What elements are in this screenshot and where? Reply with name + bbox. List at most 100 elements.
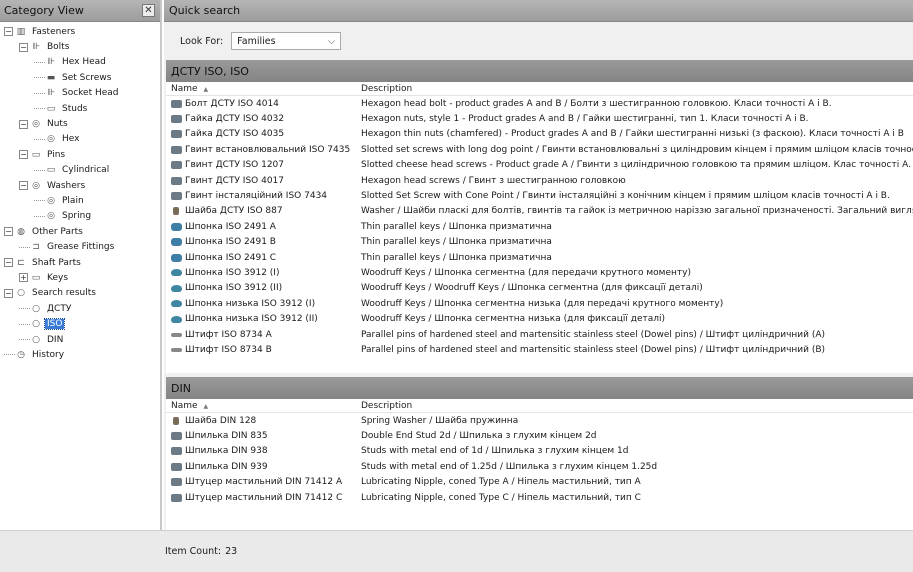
tree-item[interactable]: ▭ Cylindrical — [0, 163, 160, 178]
tree-connector — [34, 200, 45, 202]
collapse-icon[interactable]: − — [4, 258, 13, 268]
table-row[interactable]: Шпонка ISO 2491 C Thin parallel keys / Шп… — [166, 250, 913, 265]
collapse-icon[interactable]: − — [19, 181, 28, 191]
look-for-dropdown[interactable]: Families ⌵ — [231, 32, 342, 50]
table-row[interactable]: Шпонка ISO 2491 B Thin parallel keys / Шп… — [166, 235, 913, 250]
tree-item[interactable]: ◷ History — [0, 347, 160, 362]
row-description: Slotted Set Screw with Cone Point / Гвин… — [361, 191, 890, 202]
column-header-description[interactable]: Description — [361, 84, 412, 94]
table-row[interactable]: Шпилька DIN 835 Double End Stud 2d / Шпил… — [166, 428, 913, 443]
row-description: Studs with metal end of 1d / Шпилька з г… — [361, 446, 629, 457]
row-name: Шпонка ISO 2491 C — [185, 252, 277, 263]
tree-item[interactable]: ⊐ Grease Fittings — [0, 239, 160, 254]
tree-connector — [34, 108, 45, 110]
collapse-icon[interactable]: − — [19, 119, 28, 129]
results-section-din: DIN Name ▲ Description Шайба DIN 128 Spring … — [166, 377, 913, 530]
close-icon[interactable]: ✕ — [142, 4, 155, 17]
screw-icon — [171, 161, 182, 170]
tree-item[interactable]: ○ DIN — [0, 332, 160, 347]
tree-item-label: Bolts — [47, 42, 70, 53]
row-name-cell: Шпилька DIN 835 — [166, 431, 361, 441]
table-row[interactable]: Шайба ДСТУ ISO 887 Washer / Шайби пласкі … — [166, 204, 913, 219]
row-name-cell: Штуцер мастильний DIN 71412 A — [166, 477, 361, 487]
section-header[interactable]: ДСТУ ISO, ISO — [166, 60, 913, 82]
table-row[interactable]: Гвинт ДСТУ ISO 4017 Hexagon head screws /… — [166, 173, 913, 188]
tree-item-label: Washers — [47, 180, 86, 191]
table-row[interactable]: Штифт ISO 8734 A Parallel pins of hardene… — [166, 327, 913, 342]
row-name: Штуцер мастильний DIN 71412 A — [185, 477, 343, 488]
tree-item[interactable]: ○ ДСТУ — [0, 301, 160, 316]
stud-icon — [171, 462, 182, 471]
collapse-icon[interactable]: − — [4, 288, 13, 298]
collapse-icon[interactable]: − — [19, 150, 28, 160]
row-description: Woodruff Keys / Woodruff Keys / Шпонка с… — [361, 283, 703, 294]
table-row[interactable]: Гвинт інсталяційний ISO 7434 Slotted Set … — [166, 188, 913, 203]
nut-icon: ◎ — [32, 119, 40, 130]
table-row[interactable]: Гвинт ДСТУ ISO 1207 Slotted cheese head s… — [166, 158, 913, 173]
row-name-cell: Гайка ДСТУ ISO 4032 — [166, 114, 361, 124]
tree-item[interactable]: − ⊏ Shaft Parts — [0, 255, 160, 270]
table-row[interactable]: Шпилька DIN 938 Studs with metal end of 1… — [166, 444, 913, 459]
socket-head-icon: ⊪ — [47, 88, 55, 99]
table-row[interactable]: Шпилька DIN 939 Studs with metal end of 1… — [166, 459, 913, 474]
row-name: Шпилька DIN 939 — [185, 461, 268, 472]
table-row[interactable]: Гвинт встановлювальний ISO 7435 Slotted s… — [166, 142, 913, 157]
tree-item[interactable]: ○ ISO — [0, 316, 160, 331]
table-row[interactable]: Гайка ДСТУ ISO 4035 Hexagon thin nuts (ch… — [166, 127, 913, 142]
set-screw-icon — [171, 145, 182, 154]
woodruff-key-icon — [171, 315, 182, 323]
collapse-icon[interactable]: − — [4, 227, 13, 237]
tree-item[interactable]: − ▥ Fasteners — [0, 24, 160, 39]
table-row[interactable]: Штуцер мастильний DIN 71412 A Lubricating… — [166, 475, 913, 490]
row-description: Lubricating Nipple, coned Type A / Ніпел… — [361, 477, 641, 488]
tree-item[interactable]: ◎ Plain — [0, 193, 160, 208]
collapse-icon[interactable]: − — [19, 42, 28, 52]
tree-item[interactable]: ▬ Set Screws — [0, 70, 160, 85]
column-header-description[interactable]: Description — [361, 401, 412, 411]
tree-connector — [19, 339, 30, 340]
collapse-icon[interactable]: − — [4, 27, 13, 37]
section-header[interactable]: DIN — [166, 377, 913, 399]
tree-item-label: Set Screws — [62, 72, 112, 83]
row-name-cell: Гвинт ДСТУ ISO 1207 — [166, 160, 361, 170]
table-row[interactable]: Болт ДСТУ ISO 4014 Hexagon head bolt - pr… — [166, 96, 913, 111]
tree-item[interactable]: − ▭ Pins — [0, 147, 160, 162]
tree-item[interactable]: ▭ Studs — [0, 101, 160, 116]
expand-icon[interactable]: + — [19, 273, 28, 283]
tree-item[interactable]: − ◍ Other Parts — [0, 224, 160, 239]
tree-item[interactable]: ⊪ Socket Head — [0, 86, 160, 101]
tree-item-label: Pins — [47, 149, 66, 160]
table-row[interactable]: Шпонка низька ISO 3912 (I) Woodruff Keys … — [166, 296, 913, 311]
column-header-name[interactable]: Name ▲ — [166, 84, 361, 94]
tree-item-label: History — [32, 349, 65, 360]
table-row[interactable]: Шайба DIN 128 Spring Washer / Шайба пружи… — [166, 413, 913, 428]
key-icon — [171, 253, 182, 262]
table-row[interactable]: Штуцер мастильний DIN 71412 C Lubricating… — [166, 490, 913, 505]
pin-icon: ▭ — [31, 149, 41, 160]
tree-item[interactable]: − ◎ Nuts — [0, 116, 160, 131]
search-icon: ○ — [32, 334, 40, 345]
row-description: Double End Stud 2d / Шпилька з глухим кі… — [361, 431, 597, 442]
table-row[interactable]: Шпонка ISO 2491 A Thin parallel keys / Шп… — [166, 219, 913, 234]
row-description: Hexagon nuts, style 1 - Product grades A… — [361, 114, 809, 125]
tree-item[interactable]: ⊪ Hex Head — [0, 55, 160, 70]
tree-item[interactable]: − ○ Search results — [0, 286, 160, 301]
column-name-label: Name — [171, 400, 198, 411]
column-header-name[interactable]: Name ▲ — [166, 401, 361, 411]
table-row[interactable]: Штифт ISO 8734 B Parallel pins of hardene… — [166, 342, 913, 357]
tree-item[interactable]: ◎ Spring — [0, 209, 160, 224]
tree-item-label: Keys — [47, 272, 69, 283]
table-row[interactable]: Шпонка низька ISO 3912 (II) Woodruff Keys… — [166, 311, 913, 326]
row-description: Hexagon head bolt - product grades A and… — [361, 98, 832, 109]
tree-item[interactable]: + ▭ Keys — [0, 270, 160, 285]
tree-item[interactable]: ◎ Hex — [0, 132, 160, 147]
table-row[interactable]: Шпонка ISO 3912 (II) Woodruff Keys / Wood… — [166, 281, 913, 296]
row-name: Шпонка низька ISO 3912 (II) — [185, 314, 318, 325]
tree-item[interactable]: − ◎ Washers — [0, 178, 160, 193]
table-row[interactable]: Гайка ДСТУ ISO 4032 Hexagon nuts, style 1… — [166, 111, 913, 126]
row-name-cell: Штуцер мастильний DIN 71412 C — [166, 493, 361, 503]
table-row[interactable]: Шпонка ISO 3912 (I) Woodruff Keys / Шпонк… — [166, 265, 913, 280]
tree-item[interactable]: − ⊪ Bolts — [0, 39, 160, 54]
row-name-cell: Штифт ISO 8734 B — [166, 345, 361, 355]
row-description: Spring Washer / Шайба пружинна — [361, 415, 519, 426]
